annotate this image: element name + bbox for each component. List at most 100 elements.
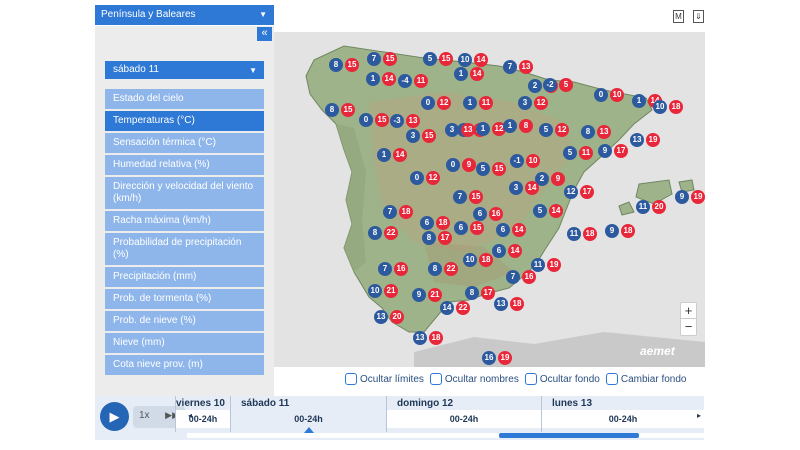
menu-item-prob-precipitacion[interactable]: Probabilidad de precipitación (%) bbox=[105, 233, 264, 265]
max-temp-pin: 17 bbox=[614, 144, 628, 158]
timeline-days: viernes 10 00-24h sábado 11 00-24h domin… bbox=[175, 396, 704, 432]
scroll-right-icon[interactable]: ▸ bbox=[697, 411, 701, 420]
play-button[interactable]: ▶ bbox=[100, 402, 129, 431]
min-temp-pin: 1 bbox=[454, 67, 468, 81]
hide-limits-checkbox[interactable]: Ocultar límites bbox=[345, 373, 424, 385]
time-slot[interactable]: 00-24h bbox=[231, 410, 386, 428]
min-temp-pin: -1 bbox=[510, 154, 524, 168]
hide-names-checkbox[interactable]: Ocultar nombres bbox=[429, 373, 519, 385]
min-temp-pin: 8 bbox=[329, 58, 343, 72]
min-temp-pin: 5 bbox=[533, 204, 547, 218]
min-temp-pin: 11 bbox=[531, 258, 545, 272]
min-temp-pin: 5 bbox=[563, 146, 577, 160]
menu-item-precipitacion[interactable]: Precipitación (mm) bbox=[105, 267, 264, 287]
max-temp-pin: 18 bbox=[510, 297, 524, 311]
day-lunes-13[interactable]: lunes 13 00-24h bbox=[541, 396, 704, 432]
scrollbar-thumb[interactable] bbox=[499, 433, 639, 438]
menu-item-temperaturas[interactable]: Temperaturas (°C) bbox=[105, 111, 264, 131]
max-temp-pin: 15 bbox=[492, 162, 506, 176]
min-temp-pin: 10 bbox=[653, 100, 667, 114]
max-temp-pin: 12 bbox=[437, 96, 451, 110]
change-background-checkbox[interactable]: Cambiar fondo bbox=[605, 373, 686, 385]
max-temp-pin: 16 bbox=[394, 262, 408, 276]
aemet-logo: aemet bbox=[640, 344, 675, 358]
timeline-scrollbar[interactable] bbox=[187, 433, 704, 438]
menu-item-cota-nieve[interactable]: Cota nieve prov. (m) bbox=[105, 355, 264, 375]
min-temp-pin: 1 bbox=[366, 72, 380, 86]
menu-item-prob-nieve[interactable]: Prob. de nieve (%) bbox=[105, 311, 264, 331]
menu-item-humedad[interactable]: Humedad relativa (%) bbox=[105, 155, 264, 175]
max-temp-pin: 13 bbox=[461, 123, 475, 137]
day-select-label: sábado 11 bbox=[113, 64, 159, 75]
min-temp-pin: 5 bbox=[423, 52, 437, 66]
max-temp-pin: 14 bbox=[512, 223, 526, 237]
menu-item-sensacion-termica[interactable]: Sensación térmica (°C) bbox=[105, 133, 264, 153]
region-select-label: Península y Baleares bbox=[101, 9, 196, 20]
max-temp-pin: 19 bbox=[547, 258, 561, 272]
region-select[interactable]: Península y Baleares ▼ bbox=[95, 5, 274, 25]
day-domingo-12[interactable]: domingo 12 00-24h bbox=[386, 396, 541, 432]
checkbox-box[interactable] bbox=[605, 373, 618, 385]
zoom-in-button[interactable]: + bbox=[681, 303, 696, 319]
menu-item-estado-cielo[interactable]: Estado del cielo bbox=[105, 89, 264, 109]
zoom-out-button[interactable]: − bbox=[681, 319, 696, 335]
time-slot[interactable]: 00-24h bbox=[387, 410, 541, 428]
time-slot[interactable]: 00-24h bbox=[542, 410, 704, 428]
day-label: domingo 12 bbox=[397, 398, 454, 409]
max-temp-pin: 18 bbox=[669, 100, 683, 114]
day-viernes-10[interactable]: viernes 10 00-24h bbox=[175, 396, 230, 432]
max-temp-pin: 17 bbox=[580, 185, 594, 199]
day-select[interactable]: sábado 11 ▼ bbox=[105, 61, 264, 79]
checkbox-box[interactable] bbox=[524, 373, 537, 385]
min-temp-pin: 9 bbox=[675, 190, 689, 204]
min-temp-pin: 9 bbox=[598, 144, 612, 158]
menu-item-nieve[interactable]: Nieve (mm) bbox=[105, 333, 264, 353]
max-temp-pin: 12 bbox=[555, 123, 569, 137]
min-temp-pin: 5 bbox=[476, 162, 490, 176]
min-temp-pin: 5 bbox=[539, 123, 553, 137]
hide-background-checkbox[interactable]: Ocultar fondo bbox=[524, 373, 600, 385]
min-temp-pin: 7 bbox=[503, 60, 517, 74]
download-icon[interactable]: ⇓ bbox=[693, 10, 704, 23]
max-temp-pin: 15 bbox=[341, 103, 355, 117]
min-temp-pin: 11 bbox=[636, 200, 650, 214]
max-temp-pin: 18 bbox=[429, 331, 443, 345]
zoom-control: + − bbox=[680, 302, 697, 336]
max-temp-pin: 18 bbox=[621, 224, 635, 238]
min-temp-pin: 6 bbox=[492, 244, 506, 258]
min-temp-pin: 7 bbox=[506, 270, 520, 284]
min-temp-pin: 8 bbox=[465, 286, 479, 300]
min-temp-pin: 1 bbox=[463, 96, 477, 110]
checkbox-box[interactable] bbox=[345, 373, 357, 385]
max-temp-pin: 14 bbox=[508, 244, 522, 258]
min-temp-pin: 10 bbox=[463, 253, 477, 267]
max-temp-pin: 11 bbox=[414, 74, 428, 88]
min-temp-pin: -3 bbox=[390, 114, 404, 128]
min-temp-pin: 8 bbox=[368, 226, 382, 240]
chevron-down-icon: ▼ bbox=[249, 66, 257, 75]
max-temp-pin: 22 bbox=[444, 262, 458, 276]
min-temp-pin: -4 bbox=[398, 74, 412, 88]
max-temp-pin: 11 bbox=[479, 96, 493, 110]
max-temp-pin: 11 bbox=[579, 146, 593, 160]
time-slot[interactable]: 00-24h bbox=[176, 410, 230, 428]
max-temp-pin: 20 bbox=[652, 200, 666, 214]
min-temp-pin: 6 bbox=[454, 221, 468, 235]
menu-item-viento[interactable]: Dirección y velocidad del viento (km/h) bbox=[105, 177, 264, 209]
menu-item-racha[interactable]: Racha máxima (km/h) bbox=[105, 211, 264, 231]
collapse-panel-button[interactable]: « bbox=[257, 27, 272, 41]
scroll-left-icon[interactable]: ◂ bbox=[188, 411, 192, 420]
min-temp-pin: 3 bbox=[406, 129, 420, 143]
checkbox-box[interactable] bbox=[429, 373, 442, 385]
map-type-icon[interactable]: M bbox=[673, 10, 684, 23]
max-temp-pin: 14 bbox=[549, 204, 563, 218]
max-temp-pin: 16 bbox=[489, 207, 503, 221]
max-temp-pin: 10 bbox=[610, 88, 624, 102]
min-temp-pin: 10 bbox=[458, 53, 472, 67]
max-temp-pin: 20 bbox=[390, 310, 404, 324]
min-temp-pin: 8 bbox=[428, 262, 442, 276]
menu-item-prob-tormenta[interactable]: Prob. de tormenta (%) bbox=[105, 289, 264, 309]
min-temp-pin: 7 bbox=[378, 262, 392, 276]
max-temp-pin: 15 bbox=[345, 58, 359, 72]
min-temp-pin: 13 bbox=[413, 331, 427, 345]
